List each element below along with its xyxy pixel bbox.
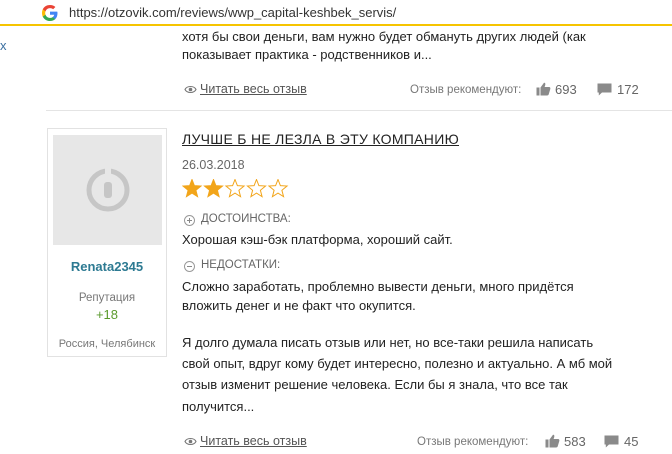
prev-review-line: хотя бы свои деньги, вам нужно будет обм… bbox=[182, 29, 586, 44]
cons-label: НЕДОСТАТКИ: bbox=[201, 259, 281, 271]
comments-count: 45 bbox=[624, 434, 639, 449]
rating-stars bbox=[182, 179, 289, 198]
pros-text: Хорошая кэш-бэк платформа, хороший сайт. bbox=[182, 232, 453, 247]
avatar[interactable] bbox=[53, 135, 162, 245]
star-empty-icon bbox=[267, 179, 289, 198]
recommend-label: Отзыв рекомендуют: bbox=[417, 436, 529, 448]
star-filled-icon bbox=[182, 179, 203, 198]
review-body-line: свой опыт, вдруг кому будет интересно, п… bbox=[182, 356, 613, 371]
google-icon bbox=[42, 5, 58, 21]
review-title[interactable]: ЛУЧШЕ Б НЕ ЛЕЗЛА В ЭТУ КОМПАНИЮ bbox=[182, 131, 459, 147]
review-date: 26.03.2018 bbox=[182, 158, 245, 172]
cons-text-line: вложить денег и не факт что окупится. bbox=[182, 298, 416, 313]
review-body-line: Я долго думала писать отзыв или нет, но … bbox=[182, 335, 594, 350]
reputation-value: +18 bbox=[95, 307, 119, 322]
review-body-line: получится... bbox=[182, 399, 255, 414]
star-empty-icon bbox=[246, 179, 267, 198]
read-full-review-link[interactable]: Читать весь отзыв bbox=[200, 82, 307, 96]
left-edge-mark: x bbox=[0, 38, 7, 53]
thumbs-up-icon[interactable] bbox=[545, 434, 560, 448]
reputation-label: Репутация bbox=[78, 292, 136, 304]
likes-count: 583 bbox=[564, 434, 586, 449]
author-card: Renata2345 Репутация +18 Россия, Челябин… bbox=[47, 128, 167, 357]
plus-circle-icon bbox=[184, 215, 195, 226]
prev-review-line: показывает практика - родственников и... bbox=[182, 47, 432, 62]
comments-count: 172 bbox=[617, 82, 639, 97]
read-full-review-link[interactable]: Читать весь отзыв bbox=[200, 434, 307, 448]
star-empty-icon bbox=[224, 179, 246, 198]
star-filled-icon bbox=[203, 179, 224, 198]
eye-icon bbox=[184, 85, 197, 94]
author-name[interactable]: Renata2345 bbox=[48, 259, 166, 274]
address-bar[interactable]: https://otzovik.com/reviews/wwp_capital-… bbox=[0, 0, 672, 26]
recommend-label: Отзыв рекомендуют: bbox=[410, 84, 522, 96]
review-body-line: отзыв изменит решение человека. Если бы … bbox=[182, 377, 568, 392]
author-location: Россия, Челябинск bbox=[58, 338, 156, 350]
thumbs-up-icon[interactable] bbox=[536, 82, 551, 96]
comment-icon[interactable] bbox=[604, 435, 619, 448]
minus-circle-icon bbox=[184, 261, 195, 272]
likes-count: 693 bbox=[555, 82, 577, 97]
url-text[interactable]: https://otzovik.com/reviews/wwp_capital-… bbox=[69, 5, 396, 20]
divider bbox=[46, 110, 672, 111]
pros-label: ДОСТОИНСТВА: bbox=[201, 213, 291, 225]
eye-icon bbox=[184, 437, 197, 446]
cons-text-line: Сложно заработать, проблемно вывести ден… bbox=[182, 279, 574, 294]
avatar-placeholder-icon bbox=[86, 168, 130, 212]
comment-icon[interactable] bbox=[597, 83, 612, 96]
